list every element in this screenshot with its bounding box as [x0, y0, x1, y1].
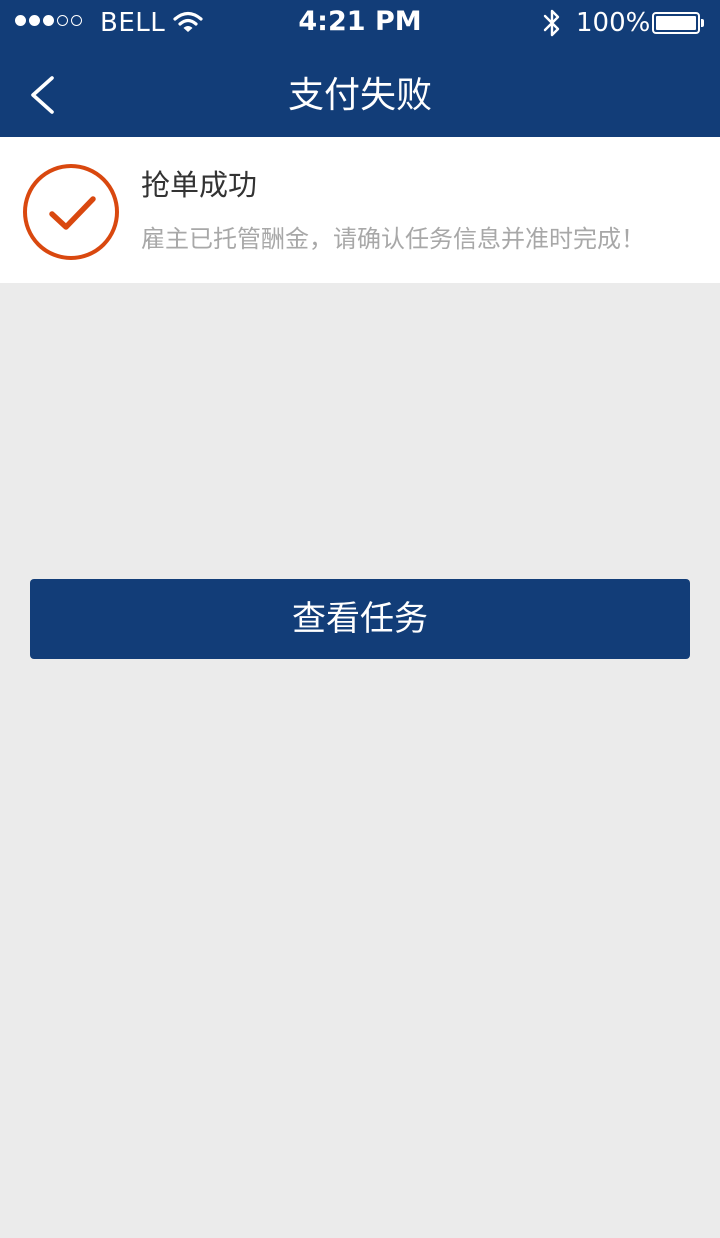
top-bar: BELL 4:21 PM 100% 支付失败	[0, 0, 720, 137]
result-description: 雇主已托管酬金，请确认任务信息并准时完成！	[141, 225, 645, 253]
view-task-button[interactable]: 查看任务	[30, 579, 690, 659]
status-bar: BELL 4:21 PM 100%	[0, 0, 720, 46]
battery-icon	[652, 12, 704, 34]
bluetooth-icon	[541, 8, 563, 42]
check-circle-icon	[22, 163, 120, 265]
battery-nub	[701, 19, 704, 27]
battery-percent: 100%	[576, 8, 651, 38]
success-card: 抢单成功 雇主已托管酬金，请确认任务信息并准时完成！	[0, 137, 720, 283]
battery-fill	[656, 16, 696, 30]
page-title: 支付失败	[287, 75, 432, 116]
result-title: 抢单成功	[141, 168, 258, 202]
